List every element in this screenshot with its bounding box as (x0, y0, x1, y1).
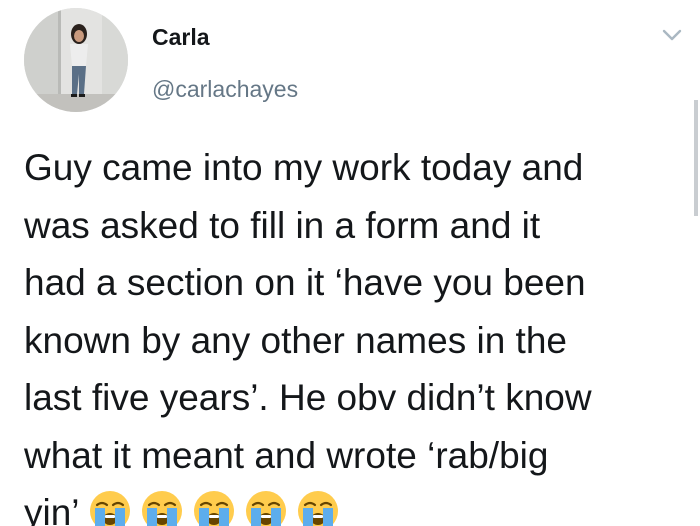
avatar[interactable] (24, 8, 128, 112)
chevron-down-icon[interactable] (661, 27, 683, 43)
emoji-row (88, 489, 348, 526)
scrollbar[interactable] (694, 100, 698, 216)
tweet-text-line: Guy came into my work today and (24, 147, 584, 188)
tweet-text-line: had a section on it ‘have you been (24, 262, 586, 303)
tweet-text-line: was asked to fill in a form and it (24, 204, 541, 246)
crying-face-icon (193, 491, 234, 526)
tweet-text-line: known by any other names in the (24, 319, 567, 361)
crying-face-icon (297, 491, 338, 526)
tweet-card: Carla @carlachayes Guy came into my work… (0, 0, 700, 526)
tweet-text-last-line: yin’ (24, 484, 684, 526)
crying-face-icon (89, 491, 130, 526)
user-handle[interactable]: @carlachayes (152, 76, 298, 103)
avatar-photo (24, 8, 128, 112)
tweet-text-line: last five years’. He obv didn’t know (24, 377, 592, 418)
crying-face-icon (141, 491, 182, 526)
tweet-text-line: yin’ (24, 492, 80, 526)
tweet-text: Guy came into my work today and was aske… (24, 139, 684, 526)
tweet-text-line: what it meant and wrote ‘rab/big (24, 434, 549, 476)
crying-face-icon (245, 491, 286, 526)
display-name[interactable]: Carla (152, 24, 210, 51)
